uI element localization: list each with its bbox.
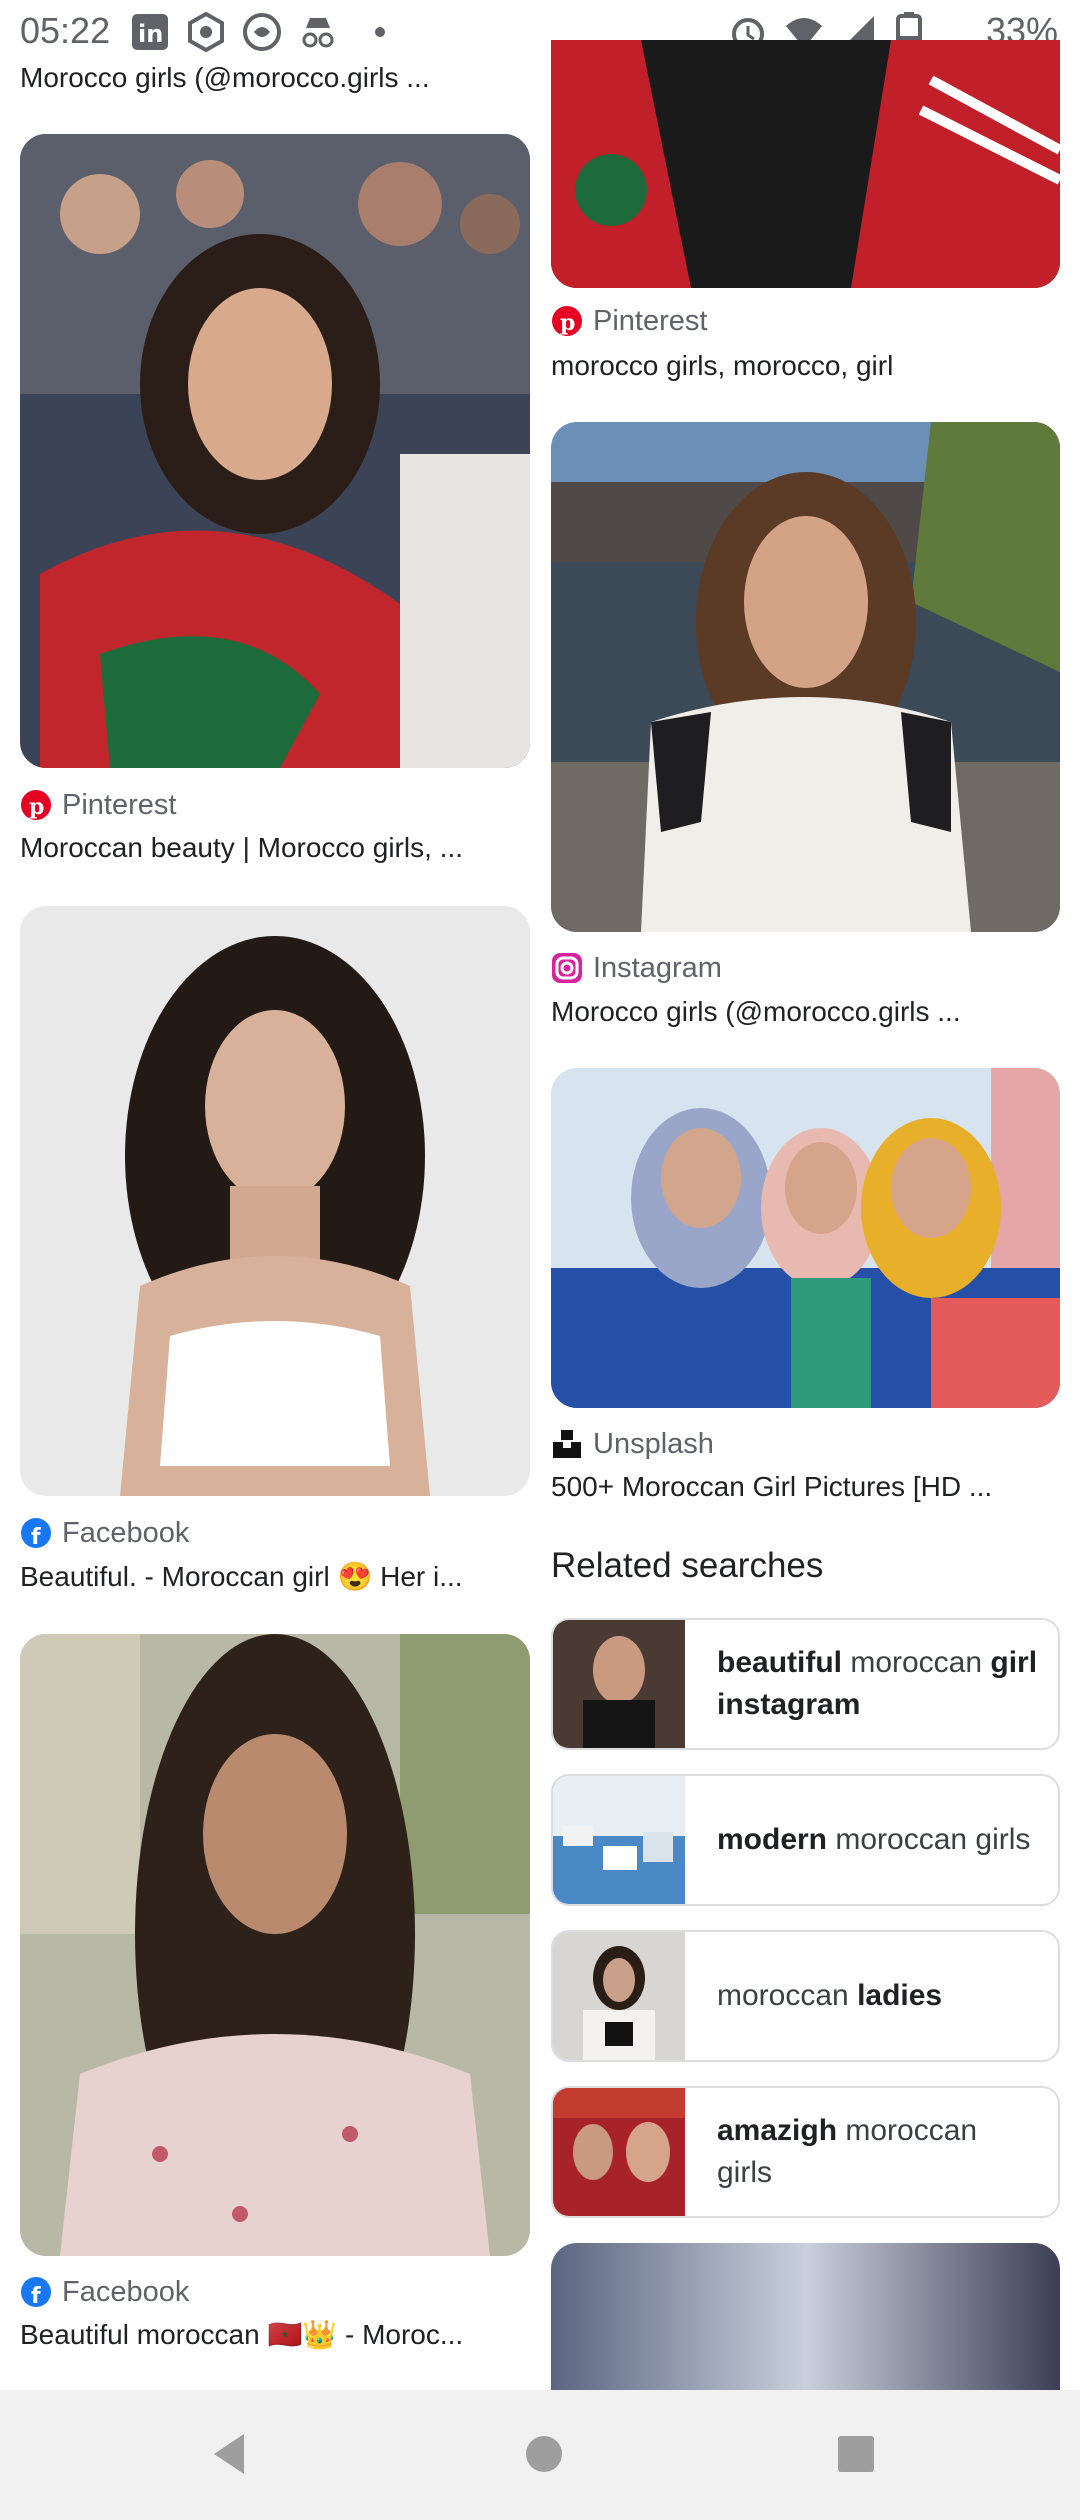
source-row-5[interactable]: Instagram (551, 948, 722, 988)
svg-text:p: p (560, 310, 575, 336)
messaging-icon (242, 12, 282, 52)
result-title[interactable]: Moroccan beauty | Morocco girls, ... (20, 832, 530, 864)
home-icon[interactable] (520, 2430, 568, 2478)
instagram-icon (551, 952, 583, 984)
back-icon[interactable] (206, 2430, 254, 2478)
dot-icon (370, 12, 410, 52)
result-title[interactable]: morocco girls, morocco, girl (551, 350, 1061, 382)
result-image-2[interactable] (20, 906, 530, 1496)
linkedin-icon: in (130, 12, 170, 52)
recents-icon[interactable] (832, 2430, 880, 2478)
related-search-item[interactable]: amazigh moroccan girls (551, 2086, 1060, 2218)
related-thumbnail (553, 2088, 685, 2216)
result-image-7[interactable] (551, 2243, 1060, 2390)
related-searches-heading: Related searches (551, 1546, 824, 1585)
unsplash-icon (551, 1428, 583, 1460)
result-image-3[interactable] (20, 1634, 530, 2256)
navigation-bar (0, 2390, 1080, 2520)
result-image-6[interactable] (551, 1068, 1060, 1408)
result-title[interactable]: Morocco girls (@morocco.girls ... (551, 996, 1061, 1028)
source-name: Unsplash (593, 1427, 714, 1460)
related-normal: moroccan (842, 1646, 991, 1679)
related-search-item[interactable]: modern moroccan girls (551, 1774, 1060, 1906)
related-normal: moroccan (717, 1979, 858, 2012)
related-thumbnail (553, 1620, 685, 1748)
facebook-icon: f (20, 2276, 52, 2309)
related-search-item[interactable]: moroccan ladies (551, 1930, 1060, 2062)
source-row-4[interactable]: p Pinterest (551, 301, 707, 341)
source-name: Instagram (593, 951, 722, 984)
incognito-icon (298, 12, 338, 52)
svg-text:p: p (29, 794, 44, 820)
source-name: Facebook (62, 1516, 190, 1549)
source-name: Pinterest (62, 788, 177, 821)
svg-text:f: f (31, 1525, 41, 1549)
result-image-1[interactable] (20, 134, 530, 768)
result-title[interactable]: Beautiful moroccan 🇲🇦👑 - Moroc... (20, 2318, 530, 2351)
related-search-item[interactable]: beautiful moroccan girl instagram (551, 1618, 1060, 1750)
source-name: Pinterest (593, 304, 708, 337)
facebook-icon: f (20, 1517, 52, 1550)
related-thumbnail (553, 1776, 685, 1904)
svg-text:f: f (31, 2284, 41, 2308)
source-row-6[interactable]: Unsplash (551, 1424, 714, 1464)
svg-text:in: in (138, 20, 163, 48)
result-title[interactable]: Beautiful. - Moroccan girl 😍 Her i... (20, 1560, 530, 1593)
related-bold: amazigh (717, 2114, 838, 2147)
related-bold: ladies (857, 1979, 943, 2012)
pinterest-icon: p (551, 305, 583, 337)
result-image-5[interactable] (551, 422, 1060, 932)
status-time: 05:22 (20, 10, 111, 51)
related-bold: beautiful (717, 1646, 842, 1679)
pinterest-icon: p (20, 789, 52, 821)
result-title[interactable]: 500+ Moroccan Girl Pictures [HD ... (551, 1471, 1061, 1503)
source-row-1[interactable]: p Pinterest (20, 785, 176, 825)
source-name: Facebook (62, 2275, 190, 2308)
related-normal: moroccan girls (827, 1823, 1031, 1856)
result-title-cutoff[interactable]: Morocco girls (@morocco.girls ... (20, 62, 530, 94)
source-row-3[interactable]: f Facebook (20, 2272, 189, 2312)
related-bold: modern (717, 1823, 828, 1856)
source-row-2[interactable]: f Facebook (20, 1513, 189, 1553)
result-image-4[interactable] (551, 40, 1060, 288)
related-thumbnail (553, 1932, 685, 2060)
crypto-icon (186, 11, 226, 53)
